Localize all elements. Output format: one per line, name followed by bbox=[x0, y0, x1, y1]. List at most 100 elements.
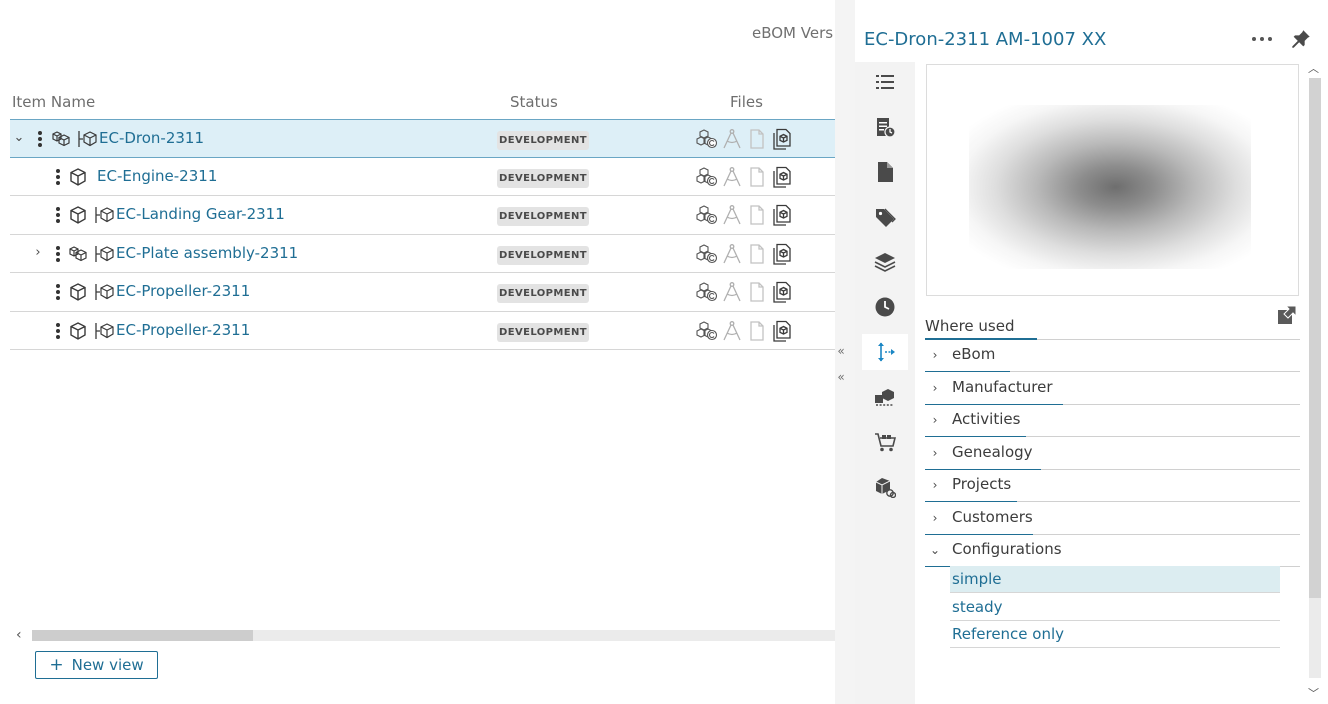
drawing-icon[interactable] bbox=[721, 320, 743, 342]
drawing-icon[interactable] bbox=[721, 243, 743, 265]
row-menu-icon[interactable] bbox=[55, 206, 61, 224]
item-name-link[interactable]: EC-Propeller-2311 bbox=[116, 282, 250, 300]
section-configurations[interactable]: ⌄ Configurations bbox=[925, 535, 1300, 567]
configuration-item[interactable]: simple bbox=[950, 566, 1280, 593]
copy-file-icon[interactable] bbox=[771, 166, 793, 188]
column-header-item-name[interactable]: Item Name bbox=[12, 93, 95, 111]
configuration-icon[interactable] bbox=[862, 469, 908, 505]
status-badge: DEVELOPMENT bbox=[497, 168, 589, 188]
item-thumbnail bbox=[926, 64, 1299, 296]
open-external-icon[interactable] bbox=[1277, 305, 1297, 325]
chevron-right-icon[interactable]: › bbox=[929, 381, 941, 395]
status-badge: DEVELOPMENT bbox=[497, 245, 589, 265]
file-model-icon[interactable] bbox=[696, 281, 718, 303]
chevron-right-icon[interactable]: › bbox=[929, 348, 941, 362]
copy-file-icon[interactable] bbox=[771, 128, 793, 150]
section-label: Customers bbox=[952, 507, 1033, 526]
change-icon[interactable] bbox=[862, 379, 908, 415]
chevron-right-icon[interactable]: › bbox=[929, 478, 941, 492]
row-menu-icon[interactable] bbox=[55, 245, 61, 263]
table-row[interactable]: EC-Landing Gear-2311 DEVELOPMENT bbox=[10, 196, 835, 235]
pin-icon[interactable] bbox=[1290, 28, 1312, 50]
vertical-scroll-thumb[interactable] bbox=[1309, 78, 1321, 598]
scroll-thumb[interactable] bbox=[32, 630, 253, 641]
tag-icon[interactable] bbox=[862, 199, 908, 235]
column-header-files[interactable]: Files bbox=[730, 93, 763, 111]
row-menu-icon[interactable] bbox=[55, 322, 61, 340]
item-name-link[interactable]: EC-Plate assembly-2311 bbox=[116, 244, 298, 262]
assembly-icon bbox=[68, 244, 88, 264]
drawing-icon[interactable] bbox=[721, 204, 743, 226]
collapse-right-icon[interactable]: « bbox=[835, 370, 847, 384]
new-view-button[interactable]: + New view bbox=[35, 651, 158, 679]
copy-file-icon[interactable] bbox=[771, 281, 793, 303]
table-row[interactable]: › EC-Plate assembly-2311 DEVELOPMENT bbox=[10, 235, 835, 273]
item-name-link[interactable]: EC-Landing Gear-2311 bbox=[116, 205, 285, 223]
blank-file-icon[interactable] bbox=[746, 166, 768, 188]
layers-icon[interactable] bbox=[862, 244, 908, 280]
copy-file-icon[interactable] bbox=[771, 204, 793, 226]
configuration-item[interactable]: Reference only bbox=[950, 621, 1280, 648]
list-icon[interactable] bbox=[862, 64, 908, 100]
chevron-right-icon[interactable]: › bbox=[929, 413, 941, 427]
more-options-icon[interactable] bbox=[1250, 30, 1274, 48]
blank-file-icon[interactable] bbox=[746, 204, 768, 226]
section-projects[interactable]: › Projects bbox=[925, 470, 1300, 502]
item-name-link[interactable]: EC-Propeller-2311 bbox=[116, 321, 250, 339]
file-model-icon[interactable] bbox=[696, 243, 718, 265]
horizontal-scrollbar[interactable]: ‹ bbox=[12, 627, 835, 643]
column-header-status[interactable]: Status bbox=[510, 93, 558, 111]
item-name-link[interactable]: EC-Dron-2311 bbox=[99, 129, 204, 147]
panel-toolbar bbox=[855, 62, 915, 704]
row-menu-icon[interactable] bbox=[55, 283, 61, 301]
scroll-down-icon[interactable]: ﹀ bbox=[1308, 685, 1319, 701]
row-menu-icon[interactable] bbox=[55, 168, 61, 186]
history-document-icon[interactable] bbox=[862, 109, 908, 145]
drawing-icon[interactable] bbox=[721, 281, 743, 303]
part-icon bbox=[68, 282, 88, 302]
chevron-right-icon[interactable]: › bbox=[929, 446, 941, 460]
files-cell bbox=[696, 204, 796, 226]
document-icon[interactable] bbox=[862, 154, 908, 190]
chevron-right-icon[interactable]: › bbox=[929, 511, 941, 525]
file-model-icon[interactable] bbox=[696, 320, 718, 342]
blank-file-icon[interactable] bbox=[746, 243, 768, 265]
chevron-down-icon[interactable]: ⌄ bbox=[12, 130, 26, 146]
table-row[interactable]: ⌄ EC-Dron-2311 DEVELOPMENT bbox=[10, 119, 835, 158]
drawing-icon[interactable] bbox=[721, 128, 743, 150]
table-row[interactable]: EC-Engine-2311 DEVELOPMENT bbox=[10, 158, 835, 196]
clock-icon[interactable] bbox=[862, 289, 908, 325]
cart-icon[interactable] bbox=[862, 424, 908, 460]
chevron-right-icon[interactable]: › bbox=[31, 245, 45, 261]
section-ebom[interactable]: › eBom bbox=[925, 340, 1300, 372]
scroll-left-icon[interactable]: ‹ bbox=[16, 627, 22, 643]
file-model-icon[interactable] bbox=[696, 204, 718, 226]
section-manufacturer[interactable]: › Manufacturer bbox=[925, 373, 1300, 405]
configuration-item[interactable]: steady bbox=[950, 594, 1280, 621]
table-row[interactable]: EC-Propeller-2311 DEVELOPMENT bbox=[10, 312, 835, 350]
drawing-icon[interactable] bbox=[721, 166, 743, 188]
status-badge: DEVELOPMENT bbox=[497, 207, 589, 226]
item-name-link[interactable]: EC-Engine-2311 bbox=[97, 167, 217, 185]
copy-file-icon[interactable] bbox=[771, 243, 793, 265]
scroll-up-icon[interactable]: ︿ bbox=[1308, 60, 1319, 76]
file-model-icon[interactable] bbox=[696, 166, 718, 188]
section-customers[interactable]: › Customers bbox=[925, 503, 1300, 535]
files-cell bbox=[696, 281, 796, 303]
chevron-down-icon[interactable]: ⌄ bbox=[929, 543, 941, 557]
link-part-icon bbox=[94, 205, 116, 225]
part-icon bbox=[68, 205, 88, 225]
where-used-icon[interactable] bbox=[862, 334, 908, 370]
file-model-icon[interactable] bbox=[696, 128, 718, 150]
blank-file-icon[interactable] bbox=[746, 281, 768, 303]
blank-file-icon[interactable] bbox=[746, 320, 768, 342]
part-icon bbox=[68, 167, 88, 187]
row-menu-icon[interactable] bbox=[37, 130, 43, 148]
section-genealogy[interactable]: › Genealogy bbox=[925, 438, 1300, 470]
table-row[interactable]: EC-Propeller-2311 DEVELOPMENT bbox=[10, 273, 835, 312]
blank-file-icon[interactable] bbox=[746, 128, 768, 150]
section-activities[interactable]: › Activities bbox=[925, 405, 1300, 437]
collapse-left-icon[interactable]: « bbox=[835, 344, 847, 358]
copy-file-icon[interactable] bbox=[771, 320, 793, 342]
plus-icon: + bbox=[49, 655, 64, 675]
